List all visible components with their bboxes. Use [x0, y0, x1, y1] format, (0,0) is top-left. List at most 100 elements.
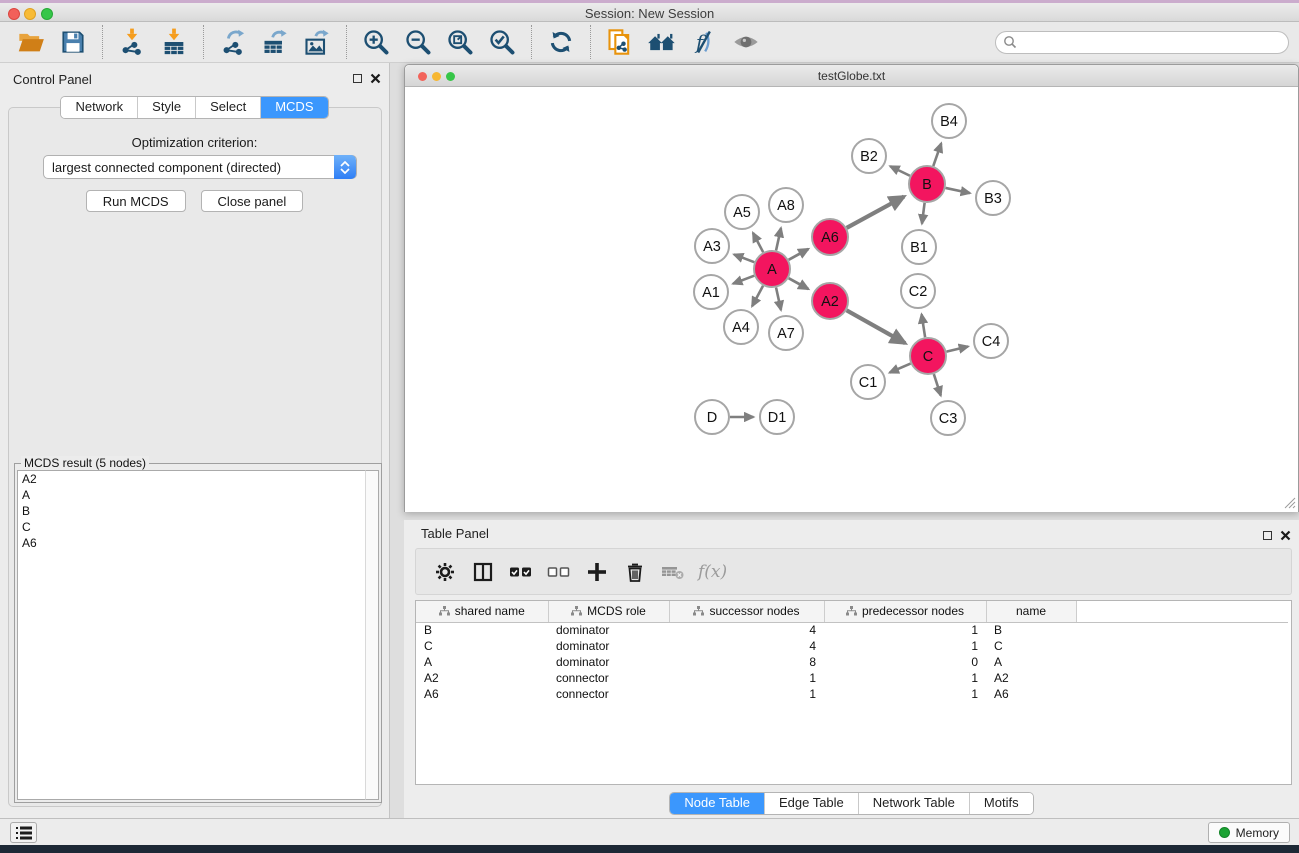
main-titlebar[interactable]: Session: New Session: [0, 3, 1299, 22]
table-cell[interactable]: A: [416, 654, 548, 670]
table-cell[interactable]: 1: [824, 670, 986, 686]
table-cell[interactable]: B: [416, 622, 548, 638]
graph-node-A4[interactable]: A4: [724, 310, 758, 344]
window-resize-grip[interactable]: [1282, 495, 1296, 509]
graph-node-A2[interactable]: A2: [812, 283, 848, 319]
table-cell[interactable]: C: [986, 638, 1076, 654]
table-cell[interactable]: 1: [669, 670, 824, 686]
graph-node-A7[interactable]: A7: [769, 316, 803, 350]
network-graph[interactable]: AA1A2A3A4A5A6A7A8BB1B2B3B4CC1C2C3C4DD1: [405, 87, 1298, 512]
save-session-icon[interactable]: [58, 27, 88, 57]
graph-edge-A6-B[interactable]: [847, 197, 904, 228]
graph-edge-B-B2[interactable]: [890, 166, 910, 175]
graph-node-A1[interactable]: A1: [694, 275, 728, 309]
table-row[interactable]: Cdominator41C: [416, 638, 1288, 654]
result-list-item[interactable]: A6: [18, 535, 365, 551]
table-row[interactable]: A6connector11A6: [416, 686, 1288, 702]
graph-node-A8[interactable]: A8: [769, 188, 803, 222]
result-list-item[interactable]: A2: [18, 471, 365, 487]
import-table-icon[interactable]: [159, 27, 189, 57]
graph-edge-A2-C[interactable]: [847, 310, 906, 343]
table-cell[interactable]: dominator: [548, 654, 669, 670]
graph-node-D[interactable]: D: [695, 400, 729, 434]
graph-edge-A-A8[interactable]: [776, 228, 781, 250]
function-builder-icon[interactable]: f(x): [698, 562, 727, 582]
table-settings-icon[interactable]: [432, 559, 458, 585]
copy-network-icon[interactable]: [605, 27, 635, 57]
tab-network-table[interactable]: Network Table: [858, 793, 969, 814]
graph-node-B1[interactable]: B1: [902, 230, 936, 264]
home-icon[interactable]: [647, 27, 677, 57]
graph-edge-A-A2[interactable]: [789, 278, 809, 289]
add-column-icon[interactable]: [584, 559, 610, 585]
graph-edge-A-A6[interactable]: [789, 249, 809, 260]
column-header-name[interactable]: name: [986, 601, 1076, 622]
graph-edge-B-B4[interactable]: [933, 143, 941, 166]
column-header-successor-nodes[interactable]: successor nodes: [669, 601, 824, 622]
tab-motifs[interactable]: Motifs: [969, 793, 1033, 814]
tab-node-table[interactable]: Node Table: [670, 793, 764, 814]
float-table-panel-icon[interactable]: [1263, 531, 1272, 540]
graph-edge-A-A7[interactable]: [776, 288, 781, 310]
graph-node-A5[interactable]: A5: [725, 195, 759, 229]
graph-node-C1[interactable]: C1: [851, 365, 885, 399]
table-cell[interactable]: 1: [824, 622, 986, 638]
mcds-result-list[interactable]: A2ABCA6: [17, 470, 365, 800]
table-cell[interactable]: 8: [669, 654, 824, 670]
table-cell[interactable]: connector: [548, 670, 669, 686]
close-table-panel-icon[interactable]: [1280, 530, 1291, 541]
graph-node-C[interactable]: C: [910, 338, 946, 374]
table-cell[interactable]: 1: [669, 686, 824, 702]
table-cell[interactable]: 1: [824, 686, 986, 702]
graph-node-A[interactable]: A: [754, 251, 790, 287]
graph-edge-C-C1[interactable]: [890, 364, 911, 373]
graph-node-D1[interactable]: D1: [760, 400, 794, 434]
result-list-item[interactable]: A: [18, 487, 365, 503]
graph-edge-A-A5[interactable]: [753, 233, 763, 252]
table-cell[interactable]: dominator: [548, 638, 669, 654]
deselect-all-icon[interactable]: [546, 559, 572, 585]
table-row[interactable]: Adominator80A: [416, 654, 1288, 670]
table-cell[interactable]: 1: [824, 638, 986, 654]
table-cell[interactable]: 4: [669, 638, 824, 654]
refresh-icon[interactable]: [546, 27, 576, 57]
table-cell[interactable]: C: [416, 638, 548, 654]
zoom-fit-icon[interactable]: [445, 27, 475, 57]
tab-edge-table[interactable]: Edge Table: [764, 793, 858, 814]
table-cell[interactable]: A6: [986, 686, 1076, 702]
close-panel-button[interactable]: Close panel: [201, 190, 304, 212]
table-cell[interactable]: 0: [824, 654, 986, 670]
graph-node-B2[interactable]: B2: [852, 139, 886, 173]
graph-node-C2[interactable]: C2: [901, 274, 935, 308]
export-table-icon[interactable]: [260, 27, 290, 57]
graph-node-A3[interactable]: A3: [695, 229, 729, 263]
table-cell[interactable]: A6: [416, 686, 548, 702]
tab-network[interactable]: Network: [61, 97, 137, 118]
delete-column-icon[interactable]: [622, 559, 648, 585]
hide-function-icon[interactable]: f: [689, 27, 719, 57]
graph-node-C4[interactable]: C4: [974, 324, 1008, 358]
search-input[interactable]: [995, 31, 1289, 54]
graph-node-A6[interactable]: A6: [812, 219, 848, 255]
network-canvas[interactable]: AA1A2A3A4A5A6A7A8BB1B2B3B4CC1C2C3C4DD1: [405, 87, 1298, 512]
graph-edge-C-C2[interactable]: [922, 314, 926, 337]
node-table[interactable]: shared nameMCDS rolesuccessor nodesprede…: [415, 600, 1292, 785]
table-row[interactable]: A2connector11A2: [416, 670, 1288, 686]
result-list-item[interactable]: B: [18, 503, 365, 519]
export-network-icon[interactable]: [218, 27, 248, 57]
tab-style[interactable]: Style: [137, 97, 195, 118]
graph-edge-B-B3[interactable]: [946, 188, 970, 193]
column-header-shared-name[interactable]: shared name: [416, 601, 548, 622]
table-cell[interactable]: A2: [416, 670, 548, 686]
graph-edge-C-C4[interactable]: [946, 346, 968, 351]
zoom-in-icon[interactable]: [361, 27, 391, 57]
close-panel-icon[interactable]: [370, 73, 381, 84]
mcds-result-scrollbar[interactable]: [365, 470, 379, 800]
eye-icon[interactable]: [731, 27, 761, 57]
graph-edge-C-C3[interactable]: [934, 374, 941, 395]
result-list-item[interactable]: C: [18, 519, 365, 535]
network-window-titlebar[interactable]: testGlobe.txt: [405, 65, 1298, 87]
tab-mcds[interactable]: MCDS: [260, 97, 327, 118]
table-cell[interactable]: A2: [986, 670, 1076, 686]
graph-edge-A-A4[interactable]: [752, 286, 763, 306]
